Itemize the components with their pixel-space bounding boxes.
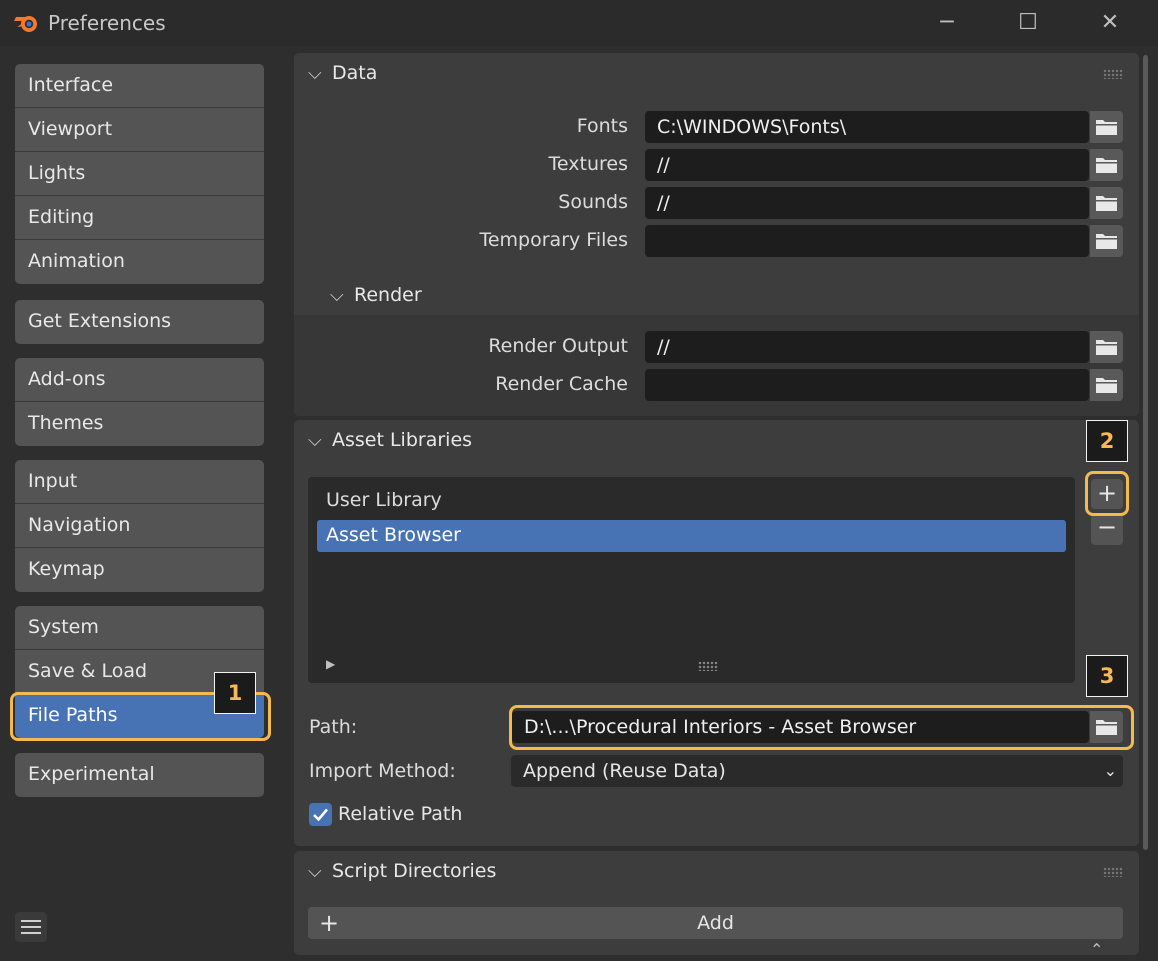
hamburger-menu-icon[interactable]	[15, 912, 47, 942]
library-path-highlight	[509, 705, 1134, 750]
callout-2: 2	[1086, 420, 1128, 462]
maximize-button[interactable]: ☐	[1011, 8, 1045, 38]
sidebar-group-input: Input Navigation Keymap	[15, 460, 264, 592]
relative-path-checkbox[interactable]	[309, 803, 332, 826]
temporary-files-label: Temporary Files	[479, 229, 628, 251]
add-button-label: Add	[697, 912, 734, 934]
folder-icon	[1096, 340, 1117, 355]
sidebar-item-get-extensions[interactable]: Get Extensions	[15, 300, 264, 344]
sidebar-item-themes[interactable]: Themes	[15, 402, 264, 446]
blender-logo-icon	[14, 16, 37, 32]
folder-icon	[1096, 120, 1117, 135]
import-method-value: Append (Reuse Data)	[523, 760, 726, 782]
sidebar-item-experimental[interactable]: Experimental	[15, 753, 264, 797]
chevron-down-icon: ⌄	[1103, 761, 1117, 780]
asset-libraries-title: Asset Libraries	[332, 429, 473, 451]
add-script-directory-button[interactable]: + Add	[308, 907, 1123, 939]
sidebar-item-navigation[interactable]: Navigation	[15, 504, 264, 548]
folder-icon	[1096, 158, 1117, 173]
fonts-label: Fonts	[576, 115, 628, 137]
callout-1: 1	[214, 672, 256, 714]
render-cache-label: Render Cache	[495, 373, 628, 395]
render-output-browse-button[interactable]	[1090, 331, 1123, 363]
fonts-path-field[interactable]: C:\WINDOWS\Fonts\	[645, 111, 1089, 143]
scroll-up-arrow-icon[interactable]: ⌃	[1090, 940, 1103, 959]
relative-path-label[interactable]: Relative Path	[338, 803, 462, 825]
data-panel-title: Data	[332, 62, 378, 84]
scrollbar[interactable]	[1143, 55, 1148, 850]
drag-grip-icon[interactable]	[1103, 867, 1123, 877]
asset-libraries-header[interactable]: ⌵ Asset Libraries	[294, 420, 1139, 464]
folder-icon	[1096, 196, 1117, 211]
fonts-browse-button[interactable]	[1090, 111, 1123, 143]
render-output-label: Render Output	[488, 335, 628, 357]
script-directories-header[interactable]: ⌵ Script Directories	[294, 851, 1139, 895]
temporary-files-browse-button[interactable]	[1090, 225, 1123, 257]
sounds-browse-button[interactable]	[1090, 187, 1123, 219]
import-method-label: Import Method:	[309, 760, 456, 782]
window-title: Preferences	[48, 11, 166, 35]
data-panel-header[interactable]: ⌵ Data	[294, 53, 1139, 97]
sidebar-group-extensions: Get Extensions	[15, 300, 264, 344]
callout-3: 3	[1086, 655, 1128, 697]
sidebar-item-add-ons[interactable]: Add-ons	[15, 358, 264, 402]
list-resize-grip-icon[interactable]	[698, 661, 718, 671]
minimize-button[interactable]: ─	[930, 8, 964, 38]
sidebar-item-interface[interactable]: Interface	[15, 64, 264, 108]
sidebar-group-general: Interface Viewport Lights Editing Animat…	[15, 64, 264, 284]
add-library-highlight	[1085, 471, 1129, 516]
sidebar-item-animation[interactable]: Animation	[15, 240, 264, 284]
textures-label: Textures	[548, 153, 628, 175]
render-cache-path-field[interactable]	[645, 369, 1089, 401]
title-bar: Preferences ─ ☐ ✕	[0, 0, 1158, 46]
path-label: Path:	[309, 716, 358, 738]
sidebar-item-input[interactable]: Input	[15, 460, 264, 504]
script-directories-panel: ⌵ Script Directories	[294, 851, 1139, 955]
folder-icon	[1096, 234, 1117, 249]
list-item[interactable]: User Library	[317, 485, 1066, 517]
sidebar-group-experimental: Experimental	[15, 753, 264, 797]
folder-icon	[1096, 378, 1117, 393]
asset-library-list[interactable]: User Library Asset Browser ▶	[308, 477, 1075, 683]
render-subpanel-title: Render	[354, 284, 422, 306]
sidebar-group-addons: Add-ons Themes	[15, 358, 264, 446]
sidebar-item-lights[interactable]: Lights	[15, 152, 264, 196]
script-directories-title: Script Directories	[332, 860, 497, 882]
textures-browse-button[interactable]	[1090, 149, 1123, 181]
render-output-path-field[interactable]: //	[645, 331, 1089, 363]
render-subpanel-header[interactable]: ⌵ Render	[316, 275, 616, 319]
expand-arrow-icon[interactable]: ▶	[326, 657, 335, 671]
sounds-label: Sounds	[558, 191, 628, 213]
sidebar-item-viewport[interactable]: Viewport	[15, 108, 264, 152]
chevron-down-icon: ⌵	[308, 63, 322, 84]
render-cache-browse-button[interactable]	[1090, 369, 1123, 401]
sidebar-item-editing[interactable]: Editing	[15, 196, 264, 240]
checkmark-icon	[313, 808, 328, 822]
drag-grip-icon[interactable]	[1103, 69, 1123, 79]
close-button[interactable]: ✕	[1093, 8, 1127, 38]
import-method-dropdown[interactable]: Append (Reuse Data) ⌄	[511, 755, 1123, 787]
chevron-down-icon: ⌵	[308, 861, 322, 882]
temporary-files-path-field[interactable]	[645, 225, 1089, 257]
list-item-selected[interactable]: Asset Browser	[317, 520, 1066, 552]
textures-path-field[interactable]: //	[645, 149, 1089, 181]
chevron-down-icon: ⌵	[330, 285, 344, 306]
sidebar-item-system[interactable]: System	[15, 606, 264, 650]
sounds-path-field[interactable]: //	[645, 187, 1089, 219]
sidebar-item-keymap[interactable]: Keymap	[15, 548, 264, 592]
remove-library-button[interactable]: −	[1091, 513, 1123, 545]
chevron-down-icon: ⌵	[308, 430, 322, 451]
